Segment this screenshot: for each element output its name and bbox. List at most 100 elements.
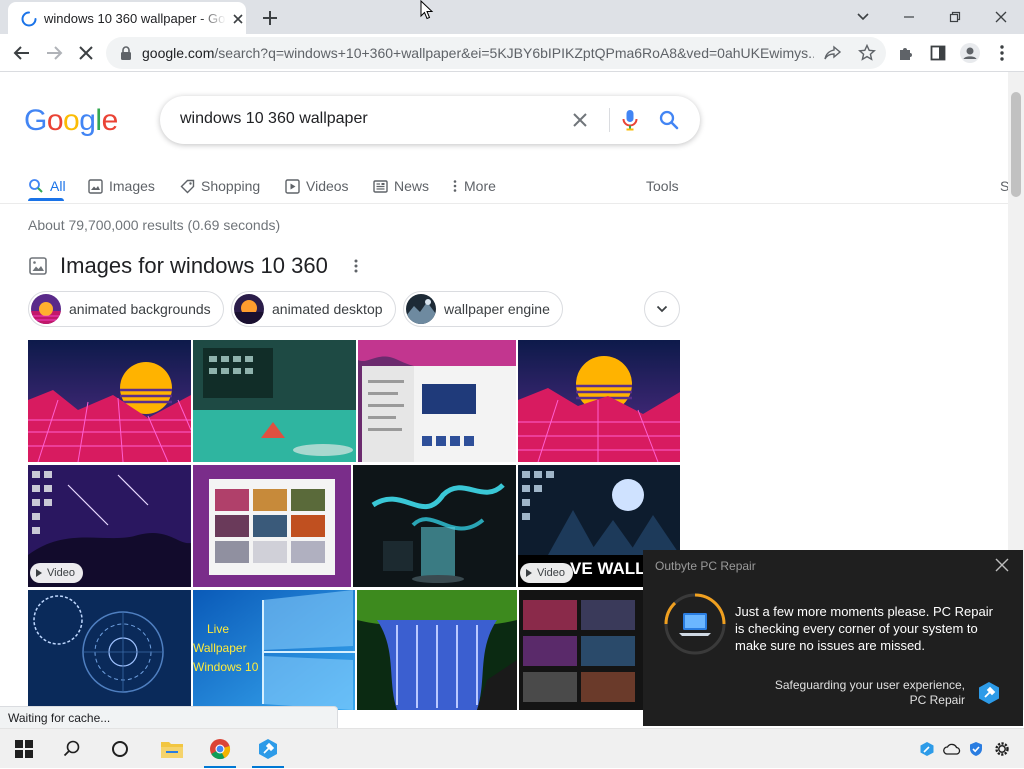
close-window-button[interactable]: [978, 4, 1024, 30]
profile-button[interactable]: [958, 41, 982, 65]
cortana-circle-icon: [112, 741, 128, 757]
images-section-title[interactable]: Images for windows 10 360: [60, 253, 328, 279]
chrome-menu-button[interactable]: [990, 41, 1014, 65]
new-tab-button[interactable]: [258, 6, 282, 30]
arrow-left-icon: [13, 46, 29, 60]
more-options-icon[interactable]: [354, 259, 358, 273]
settings-gear-icon[interactable]: [992, 739, 1012, 759]
tab-videos-label: Videos: [306, 178, 349, 194]
bookmark-star-icon[interactable]: [858, 44, 876, 62]
synthwave-sunset-thumbnail: [28, 340, 191, 462]
browser-tab-active[interactable]: windows 10 360 wallpaper - Goo: [8, 2, 246, 34]
search-box[interactable]: windows 10 360 wallpaper: [160, 96, 700, 144]
image-result[interactable]: Live Wallpaper Windows 10: [193, 590, 355, 710]
chip-thumbnail: [234, 294, 264, 324]
share-icon[interactable]: [824, 45, 842, 61]
lock-icon[interactable]: [120, 46, 132, 60]
settings-window-thumbnail: [358, 340, 516, 462]
windows-taskbar: [0, 728, 1024, 768]
waterfall-thumbnail: [357, 590, 517, 710]
mouse-cursor-icon: [420, 0, 434, 20]
search-submit-icon[interactable]: [658, 108, 680, 132]
image-result[interactable]: [353, 465, 516, 587]
tools-label: Tools: [646, 178, 679, 194]
tile-text-wallpaper: Wallpaper: [193, 641, 247, 655]
tile-text-windows10: Windows 10: [193, 660, 259, 674]
tools-button[interactable]: Tools: [646, 172, 679, 200]
extensions-button[interactable]: [894, 41, 918, 65]
start-button[interactable]: [0, 729, 48, 769]
active-tab-indicator: [28, 198, 64, 201]
side-panel-button[interactable]: [926, 41, 950, 65]
pc-repair-taskbar-button[interactable]: [244, 729, 292, 769]
tab-shopping-label: Shopping: [201, 178, 261, 194]
chip-label: animated desktop: [272, 301, 383, 317]
chip-animated-desktop[interactable]: animated desktop: [231, 291, 396, 327]
tab-cut-off-label: S: [1000, 178, 1008, 194]
tab-more[interactable]: More: [452, 172, 496, 200]
taskbar-search-button[interactable]: [48, 729, 96, 769]
search-query-text[interactable]: windows 10 360 wallpaper: [180, 110, 368, 128]
notification-footer-line1: Safeguarding your user experience,: [774, 678, 965, 692]
tab-shopping[interactable]: Shopping: [180, 172, 260, 200]
tag-icon: [180, 179, 195, 193]
video-badge-label: Video: [537, 567, 565, 579]
tab-all[interactable]: All: [28, 172, 66, 200]
forward-button[interactable]: [42, 41, 66, 65]
chrome-taskbar-button[interactable]: [196, 729, 244, 769]
expand-chips-button[interactable]: [644, 291, 680, 327]
tab-close-icon[interactable]: [230, 11, 246, 27]
folder-icon: [161, 742, 183, 758]
tab-search-button[interactable]: [840, 4, 886, 30]
image-result[interactable]: Video: [28, 465, 191, 587]
security-shield-icon[interactable]: [966, 739, 986, 759]
result-stats: About 79,700,000 results (0.69 seconds): [28, 217, 281, 233]
onedrive-cloud-icon[interactable]: [942, 739, 962, 759]
restore-button[interactable]: [932, 4, 978, 30]
pc-repair-tray-icon[interactable]: [917, 739, 937, 759]
google-logo[interactable]: Google: [24, 104, 118, 138]
voice-search-mic-icon[interactable]: [620, 108, 640, 132]
address-bar[interactable]: google.com/search?q=windows+10+360+wallp…: [106, 37, 886, 69]
tab-images-label: Images: [109, 178, 155, 194]
image-result[interactable]: [519, 590, 643, 710]
image-result[interactable]: [518, 340, 680, 462]
tab-all-label: All: [50, 178, 66, 194]
chip-animated-backgrounds[interactable]: animated backgrounds: [28, 291, 224, 327]
image-result[interactable]: [28, 590, 191, 710]
logo-letter: o: [46, 104, 64, 137]
clear-search-icon[interactable]: [570, 110, 590, 130]
browser-title-bar: windows 10 360 wallpaper - Goo: [0, 0, 1024, 34]
pc-repair-logo-icon: [977, 681, 1001, 705]
side-panel-icon: [930, 45, 946, 61]
notification-close-icon[interactable]: [995, 558, 1009, 572]
image-icon: [88, 178, 103, 194]
pc-repair-notification[interactable]: Outbyte PC Repair Just a few more moment…: [643, 550, 1023, 726]
file-explorer-button[interactable]: [148, 729, 196, 769]
logo-letter: G: [24, 104, 47, 137]
chip-wallpaper-engine[interactable]: wallpaper engine: [403, 291, 563, 327]
tile-text-live: Live: [207, 622, 230, 636]
chip-label: wallpaper engine: [444, 301, 550, 317]
blue-hud-thumbnail: [28, 590, 191, 710]
tab-news[interactable]: News: [373, 172, 429, 200]
chrome-icon: [210, 739, 231, 760]
tab-images[interactable]: Images: [88, 172, 155, 200]
tab-videos[interactable]: Videos: [285, 172, 349, 200]
tab-cut-off[interactable]: S: [1000, 172, 1008, 200]
image-result[interactable]: [193, 340, 356, 462]
back-button[interactable]: [10, 41, 34, 65]
minimize-button[interactable]: [886, 4, 932, 30]
search-divider: [609, 108, 610, 132]
pc-repair-icon: [259, 739, 277, 759]
stop-loading-button[interactable]: [74, 41, 98, 65]
scrollbar-thumb[interactable]: [1011, 92, 1021, 197]
image-result[interactable]: [358, 340, 516, 462]
image-result[interactable]: [193, 465, 351, 587]
image-result[interactable]: [28, 340, 191, 462]
loading-spinner-icon: [21, 11, 37, 27]
video-badge-label: Video: [47, 567, 75, 579]
logo-letter: o: [63, 104, 80, 137]
image-result[interactable]: [357, 590, 517, 710]
task-view-button[interactable]: [96, 729, 144, 769]
